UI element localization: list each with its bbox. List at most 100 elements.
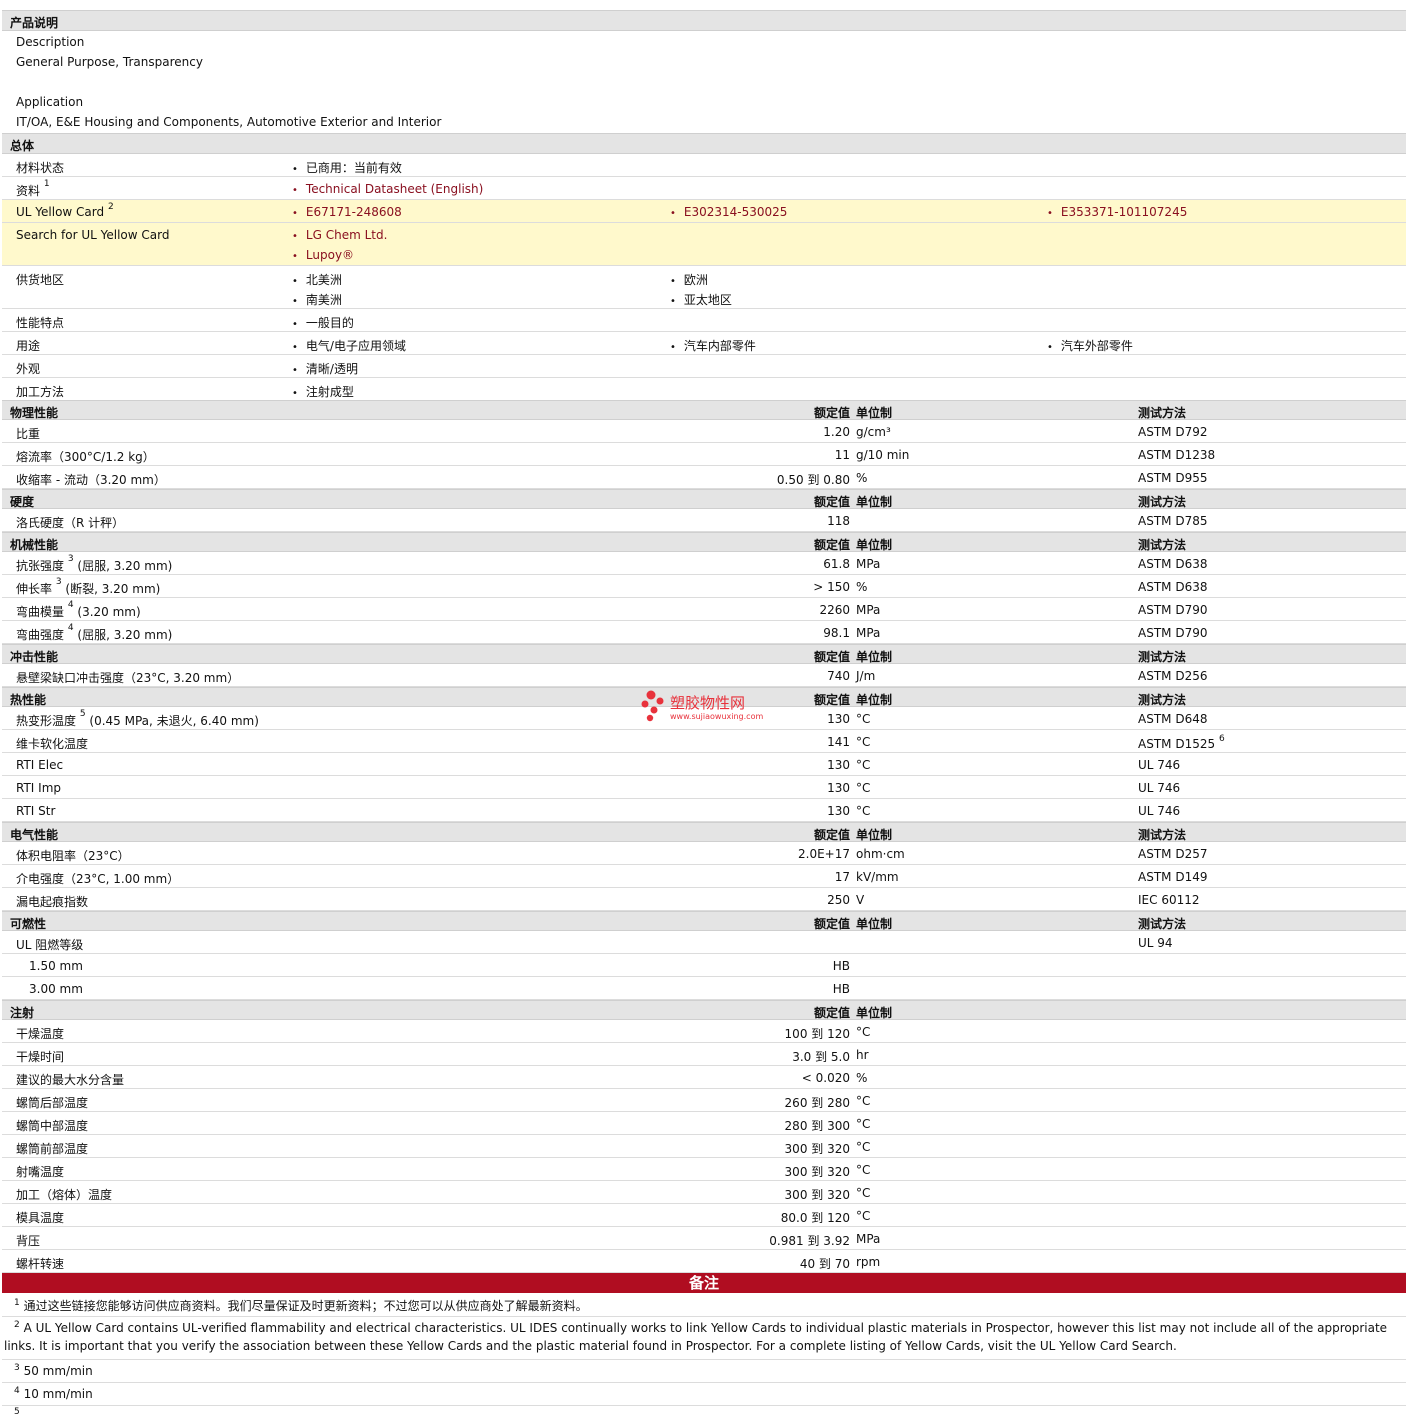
col-header-test: 测试方法: [1138, 650, 1187, 664]
row-value: 11: [834, 448, 850, 462]
section-header-injection: 注射 额定值 单位制: [2, 1000, 1406, 1020]
row-label: 螺筒中部温度: [16, 1119, 89, 1133]
row-value: 300 到 320: [784, 1188, 850, 1202]
row-test-method: ASTM D638: [1138, 580, 1208, 594]
row-label: 悬壁梁缺口冲击强度（23°C, 3.20 mm）: [16, 671, 240, 685]
row-features: 性能特点 一般目的: [2, 309, 1406, 332]
col-header-test: 测试方法: [1138, 406, 1187, 420]
row-value: HB: [832, 982, 850, 996]
row-unit: MPa: [856, 603, 881, 617]
section-title: 冲击性能: [10, 650, 59, 664]
description-value: General Purpose, Transparency: [16, 55, 203, 69]
col-header-value: 额定值: [813, 650, 850, 664]
table-row: 体积电阻率（23°C） 2.0E+17 ohm·cm ASTM D257: [2, 842, 1406, 865]
col-header-value: 额定值: [813, 917, 850, 931]
application-value: IT/OA, E&E Housing and Components, Autom…: [16, 115, 442, 129]
section-title: 注射: [10, 1006, 35, 1020]
row-label: 收缩率 - 流动（3.20 mm）: [16, 473, 166, 487]
watermark-logo-icon: [641, 690, 664, 722]
section-title: 热性能: [10, 693, 47, 707]
col-header-test: 测试方法: [1138, 693, 1187, 707]
row-unit: °C: [856, 1117, 871, 1131]
table-row: 抗张强度 3 (屈服, 3.20 mm) 61.8 MPa ASTM D638: [2, 552, 1406, 575]
row-unit: rpm: [856, 1255, 881, 1269]
note-item: 5: [14, 1407, 20, 1417]
row-value: 0.981 到 3.92: [769, 1234, 850, 1248]
row-test-method: IEC 60112: [1138, 893, 1200, 907]
row-label: 材料状态: [16, 161, 65, 175]
table-row: 熔流率（300°C/1.2 kg） 11 g/10 min ASTM D1238: [2, 443, 1406, 466]
bullet-item: 南美洲: [292, 291, 342, 308]
row-value: 130: [827, 758, 850, 772]
section-title: 物理性能: [10, 406, 59, 420]
datasheet-link[interactable]: Technical Datasheet (English): [292, 182, 483, 196]
row-value: 0.50 到 0.80: [776, 473, 850, 487]
table-row: 螺筒前部温度 300 到 320 °C: [2, 1135, 1406, 1158]
table-row: 维卡软化温度 141 °C ASTM D1525 6: [2, 730, 1406, 753]
table-row: 漏电起痕指数 250 V IEC 60112: [2, 888, 1406, 911]
table-row: 干燥时间 3.0 到 5.0 hr: [2, 1043, 1406, 1066]
col-header-unit: 单位制: [856, 693, 893, 707]
row-label: 比重: [16, 427, 41, 441]
ul-card-link[interactable]: E67171-248608: [292, 205, 402, 219]
row-label: 性能特点: [16, 316, 65, 330]
row-label: 螺筒前部温度: [16, 1142, 89, 1156]
col-header-value: 额定值: [813, 538, 850, 552]
row-value: > 150: [813, 580, 850, 594]
application-label: Application: [16, 95, 84, 109]
col-header-test: 测试方法: [1138, 917, 1187, 931]
row-unit: ohm·cm: [856, 847, 905, 861]
row-label: UL Yellow Card 2: [16, 202, 114, 219]
table-row: 背压 0.981 到 3.92 MPa: [2, 1227, 1406, 1250]
supplier-link[interactable]: LG Chem Ltd.: [292, 228, 388, 242]
row-appearance: 外观 清晰/透明: [2, 355, 1406, 378]
row-value: 130: [827, 804, 850, 818]
bullet-item: 注射成型: [292, 383, 354, 400]
note-item: 1 通过这些链接您能够访问供应商资料。我们尽量保证及时更新资料；不过您可以从供应…: [2, 1295, 1406, 1317]
table-row: 介电强度（23°C, 1.00 mm） 17 kV/mm ASTM D149: [2, 865, 1406, 888]
row-value: 260 到 280: [784, 1096, 850, 1110]
note-item: 3 50 mm/min: [2, 1360, 1406, 1383]
brand-link[interactable]: Lupoy®: [292, 248, 354, 262]
row-label: 弯曲强度 4 (屈服, 3.20 mm): [16, 623, 173, 642]
row-test-method: ASTM D256: [1138, 669, 1208, 683]
table-row: 比重 1.20 g/cm³ ASTM D792: [2, 420, 1406, 443]
row-unit: MPa: [856, 1232, 881, 1246]
row-label: 外观: [16, 362, 41, 376]
description-label: Description: [16, 35, 85, 49]
row-value: 2.0E+17: [798, 847, 850, 861]
table-row: 螺杆转速 40 到 70 rpm: [2, 1250, 1406, 1273]
table-row: UL 阻燃等级 UL 94: [2, 931, 1406, 954]
row-label: UL 阻燃等级: [16, 938, 84, 952]
row-test-method: ASTM D790: [1138, 626, 1208, 640]
table-row: 射嘴温度 300 到 320 °C: [2, 1158, 1406, 1181]
ul-card-link[interactable]: E302314-530025: [670, 205, 788, 219]
col-header-unit: 单位制: [856, 1006, 893, 1020]
section-header-physical: 物理性能 额定值 单位制 测试方法: [2, 400, 1406, 420]
row-material-status: 材料状态 已商用：当前有效: [2, 154, 1406, 177]
row-unit: MPa: [856, 626, 881, 640]
ul-card-link[interactable]: E353371-101107245: [1047, 205, 1187, 219]
table-row: 悬壁梁缺口冲击强度（23°C, 3.20 mm） 740 J/m ASTM D256: [2, 664, 1406, 687]
row-test-method: ASTM D785: [1138, 514, 1208, 528]
row-value: 17: [834, 870, 850, 884]
row-label: 干燥温度: [16, 1027, 65, 1041]
col-header-value: 额定值: [813, 828, 850, 842]
row-label: 背压: [16, 1234, 41, 1248]
row-value: 80.0 到 120: [780, 1211, 850, 1225]
section-title: 电气性能: [10, 828, 59, 842]
table-row: 模具温度 80.0 到 120 °C: [2, 1204, 1406, 1227]
note-item: 4 10 mm/min: [2, 1383, 1406, 1406]
table-row: 干燥温度 100 到 120 °C: [2, 1020, 1406, 1043]
bullet-item: 一般目的: [292, 314, 354, 331]
row-label: 热变形温度 5 (0.45 MPa, 未退火, 6.40 mm): [16, 709, 259, 728]
note-item: 2 A UL Yellow Card contains UL-verified …: [2, 1317, 1406, 1360]
bullet-item: 汽车内部零件: [670, 337, 756, 354]
row-process: 加工方法 注射成型: [2, 378, 1406, 401]
row-value: 61.8: [823, 557, 850, 571]
row-label: 熔流率（300°C/1.2 kg）: [16, 450, 155, 464]
table-row: 弯曲强度 4 (屈服, 3.20 mm) 98.1 MPa ASTM D790: [2, 621, 1406, 644]
row-value: 130: [827, 781, 850, 795]
table-row: 3.00 mm HB: [2, 977, 1406, 1000]
row-label: 抗张强度 3 (屈服, 3.20 mm): [16, 554, 173, 573]
